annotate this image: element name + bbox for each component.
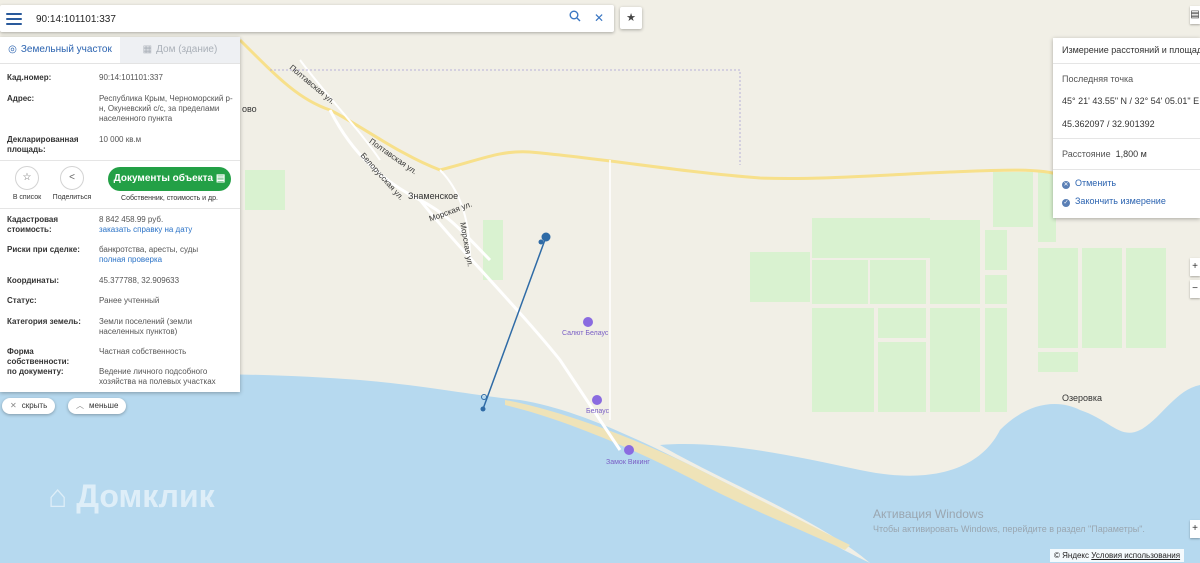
divider [1053, 169, 1200, 170]
poi-zamok-marker [624, 445, 634, 455]
location-pin-icon: ◎ [8, 44, 17, 55]
cancel-measurement-button[interactable]: ✕ Отменить [1062, 178, 1116, 189]
poi-zamok-label: Замок Викинг [606, 459, 650, 466]
zoom-in-button[interactable]: + [1190, 258, 1200, 276]
measurement-panel: Измерение расстояний и площади Последняя… [1053, 38, 1200, 218]
object-documents-button[interactable]: Документы объекта ▤ [108, 167, 231, 191]
menu-icon[interactable] [6, 11, 22, 25]
close-icon: ✕ [1062, 181, 1070, 189]
measurement-title: Измерение расстояний и площади [1062, 45, 1200, 55]
add-to-list-button[interactable]: ☆ В список [5, 166, 49, 201]
tab-land-plot[interactable]: ◎ Земельный участок [0, 37, 120, 63]
fullscreen-button[interactable]: + [1190, 520, 1200, 538]
windows-activation-watermark: Активация Windows Чтобы активировать Win… [873, 507, 1145, 534]
search-icon[interactable] [566, 9, 584, 27]
star-icon[interactable]: ★ [620, 7, 642, 29]
zoom-out-button[interactable]: − [1190, 280, 1200, 298]
last-point-decimal: 45.362097 / 32.901392 [1062, 119, 1155, 129]
divider [1053, 138, 1200, 139]
finish-measurement-button[interactable]: ✓ Закончить измерение [1062, 196, 1166, 207]
order-certificate-link[interactable]: заказать справку на дату [99, 225, 192, 234]
cad-number-link[interactable]: 90:14:101101:337 [99, 73, 234, 83]
building-icon: ▦ [142, 44, 153, 55]
last-point-dms: 45° 21' 43.55" N / 32° 54' 05.01" E [1062, 96, 1200, 106]
object-info-panel: ◎ Земельный участок ▦ Дом (здание) Кад.ном… [0, 37, 240, 392]
measure-point-start [480, 406, 486, 412]
full-check-link[interactable]: полная проверка [99, 255, 162, 264]
village-znamenskoe: Знаменское [408, 191, 459, 201]
last-point-label: Последняя точка [1062, 74, 1134, 84]
village-ozerovka: Озеровка [1062, 393, 1102, 403]
hide-panel-button[interactable]: ✕ скрыть [2, 398, 56, 414]
tab-building[interactable]: ▦ Дом (здание) [120, 37, 240, 63]
poi-belyaus-label: Белаус [586, 408, 610, 415]
village-partial: ово [242, 104, 257, 114]
terms-link[interactable]: Условия использования [1091, 551, 1180, 560]
distance-row: Расстояние 1,800 м [1062, 149, 1147, 159]
map-layers-icon[interactable]: ▤ [1190, 6, 1200, 24]
divider [1053, 63, 1200, 64]
measure-point-mid [538, 239, 544, 245]
star-outline-icon: ☆ [15, 166, 39, 190]
divider [0, 208, 240, 209]
domclick-watermark: ⌂ Домклик [48, 478, 215, 514]
document-icon: ▤ [215, 173, 226, 184]
poi-salyut-label: Салют Белаус [562, 330, 609, 337]
chevron-up-icon: ︿ [76, 401, 84, 410]
house-logo-icon: ⌂ [48, 478, 68, 514]
poi-salyut-marker [583, 317, 593, 327]
divider [0, 160, 240, 161]
close-icon[interactable]: ✕ [590, 9, 608, 27]
check-icon: ✓ [1062, 199, 1070, 207]
poi-belyaus-marker [592, 395, 602, 405]
measure-point-end [541, 232, 551, 242]
map-copyright: © Яндекс Условия использования [1050, 549, 1185, 562]
panel-tabs: ◎ Земельный участок ▦ Дом (здание) [0, 37, 240, 64]
collapse-panel-button[interactable]: ︿ меньше [68, 398, 127, 414]
documents-subtitle: Собственник, стоимость и др. [121, 195, 218, 202]
close-icon: ✕ [10, 401, 17, 410]
share-button[interactable]: < Поделиться [50, 166, 94, 201]
share-icon: < [60, 166, 84, 190]
search-bar: ✕ [0, 5, 614, 32]
search-input[interactable] [34, 10, 558, 29]
